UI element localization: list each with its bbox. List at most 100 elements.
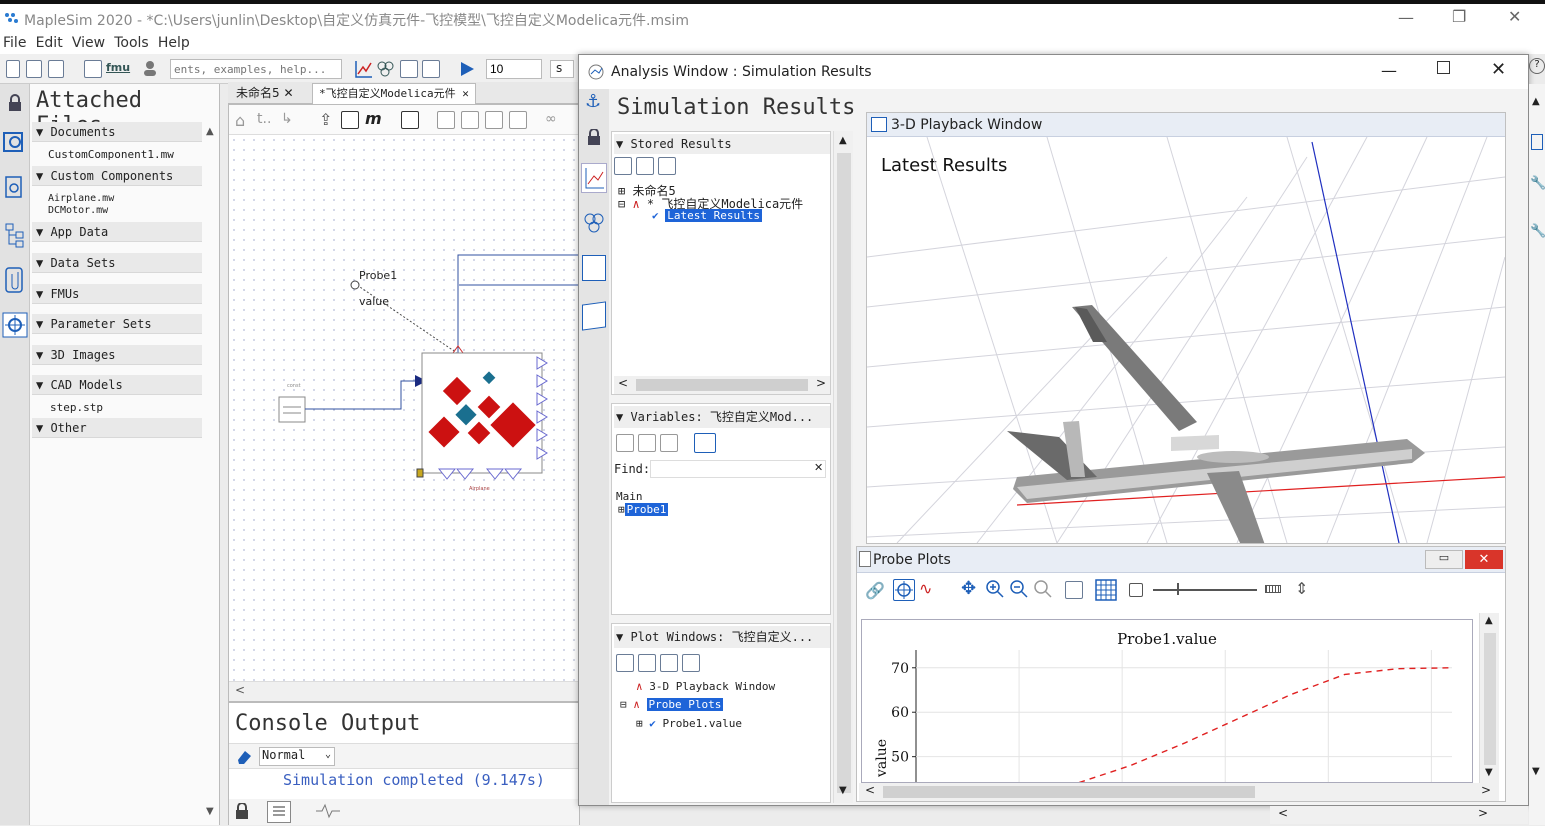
table-icon[interactable] — [400, 60, 418, 78]
user-settings-icon[interactable] — [142, 60, 160, 78]
variables-find-input[interactable] — [650, 460, 826, 478]
tree-file-item[interactable]: CustomComponent1.mw — [48, 149, 174, 161]
tree-category-cad-models[interactable]: ▼ CAD Models — [32, 375, 202, 395]
attachment-icon[interactable] — [4, 266, 26, 298]
axis-icon[interactable] — [1129, 583, 1143, 597]
subsystem-icon[interactable] — [341, 111, 359, 129]
wrench-icon[interactable]: 🔧 — [1530, 224, 1545, 239]
plot-windows-title[interactable]: ▼ Plot Windows: 飞控自定义... — [614, 626, 830, 648]
zoom-out-icon[interactable] — [1009, 579, 1029, 603]
probe-close-button[interactable]: ✕ — [1465, 550, 1503, 569]
zoom-fit-icon[interactable] — [1033, 579, 1053, 603]
zoom-in-icon[interactable] — [985, 579, 1005, 603]
up-level-icon[interactable]: t.. — [257, 111, 271, 127]
airplane-block[interactable] — [421, 352, 543, 474]
time-slider[interactable] — [1153, 583, 1257, 595]
menu-help[interactable]: Help — [158, 32, 190, 54]
analysis-close-button[interactable]: ✕ — [1491, 59, 1506, 80]
tree-scroll-down-icon[interactable]: ▼ — [206, 806, 214, 817]
align-icon[interactable] — [437, 111, 455, 129]
probe-plots-window[interactable]: Probe Plots ▭ ✕ 🔗 ∿ ✥ ⇕ Probe1.value val… — [856, 546, 1506, 802]
plot-hscroll[interactable]: < > — [859, 783, 1499, 801]
3d-results-icon[interactable] — [582, 211, 606, 239]
variables-clear-icon[interactable] — [660, 434, 678, 452]
tree-scroll-up-icon[interactable]: ▲ — [206, 126, 214, 137]
components-grid-icon[interactable] — [2, 312, 28, 342]
console-lock-icon[interactable] — [235, 802, 249, 823]
tree-file-item[interactable]: step.stp — [50, 402, 103, 414]
right-document-icon[interactable] — [1531, 134, 1543, 150]
plot-windows-tree-item-selected[interactable]: ⊟ ∧ Probe Plots — [620, 698, 724, 711]
go-down-icon[interactable]: ↳ — [281, 111, 293, 127]
console-level-select[interactable]: Normal ⌄ — [259, 747, 335, 766]
plot-vscroll[interactable]: ▲ ▼ — [1479, 613, 1499, 785]
source-block[interactable] — [278, 396, 306, 423]
analysis-maximize-button[interactable] — [1437, 61, 1450, 74]
document-search-icon[interactable] — [4, 176, 26, 204]
search-input[interactable] — [170, 59, 342, 79]
image-icon[interactable] — [509, 111, 527, 129]
edit-results-icon[interactable] — [658, 157, 676, 175]
variables-tree-item[interactable]: Main — [616, 490, 643, 503]
trace-icon[interactable]: ∿ — [919, 579, 932, 598]
menu-file[interactable]: File — [3, 32, 26, 54]
stored-results-title[interactable]: ▼ Stored Results — [614, 134, 830, 154]
probe-restore-button[interactable]: ▭ — [1425, 550, 1463, 569]
new-file-icon[interactable] — [6, 60, 20, 78]
math-icon[interactable]: m — [365, 109, 382, 128]
pan-icon[interactable]: ✥ — [961, 578, 976, 599]
3d-view-icon[interactable] — [376, 60, 396, 82]
probe-chart-svg[interactable]: Probe1.value value 40506070 — [862, 620, 1472, 782]
variables-add-icon[interactable] — [616, 434, 634, 452]
probe-handle[interactable] — [350, 280, 360, 290]
menu-tools[interactable]: Tools — [114, 32, 149, 54]
grid-icon[interactable] — [485, 111, 503, 129]
canvas-hscroll[interactable]: < — [229, 681, 579, 701]
plot-results-icon[interactable] — [581, 163, 607, 193]
analysis-bottom-hscroll[interactable]: < > — [1270, 806, 1528, 824]
tree-category-parameter-sets[interactable]: ▼ Parameter Sets — [32, 314, 202, 334]
plot-windows-tree-item[interactable]: ⊞ ✔ Probe1.value — [636, 717, 742, 730]
tree-category-custom-components[interactable]: ▼ Custom Components — [32, 166, 202, 186]
analysis-minimize-button[interactable]: — — [1381, 61, 1397, 80]
plot-windows-tree-item[interactable]: ∧ 3-D Playback Window — [636, 680, 775, 693]
upload-icon[interactable]: ⇪ — [319, 110, 332, 129]
strip-lock-icon[interactable] — [587, 128, 601, 149]
right-scroll-up-icon[interactable]: ▲ — [1532, 96, 1540, 107]
connections-icon[interactable]: ∞ — [545, 111, 557, 127]
tree-category-documents[interactable]: ▼ Documents — [32, 122, 202, 142]
restore-button[interactable]: ❐ — [1452, 7, 1466, 26]
tree-category-other[interactable]: ▼ Other — [32, 418, 202, 438]
time-unit-select[interactable]: s — [550, 60, 574, 78]
eraser-icon[interactable] — [235, 748, 253, 770]
variables-target-icon[interactable] — [694, 433, 716, 453]
tab-untitled5[interactable]: 未命名5 ✕ — [232, 84, 298, 104]
fmu-icon[interactable]: fmu — [106, 61, 130, 74]
plot-window-edit-icon[interactable] — [638, 654, 656, 672]
text-icon[interactable] — [84, 60, 102, 78]
tree-category-data-sets[interactable]: ▼ Data Sets — [32, 253, 202, 273]
lock-icon[interactable] — [7, 94, 23, 116]
anchor-icon[interactable]: ⚓ — [585, 91, 601, 112]
report-icon[interactable] — [582, 301, 606, 331]
tree-category-3d-images[interactable]: ▼ 3D Images — [32, 345, 202, 365]
help-icon[interactable]: ? — [1529, 58, 1545, 74]
variables-tree-item-selected[interactable]: ⊞ Probe1 — [618, 503, 669, 516]
export-results-icon[interactable] — [636, 157, 654, 175]
book-icon[interactable] — [422, 60, 440, 78]
link-icon[interactable]: 🔗 — [865, 581, 885, 600]
inbox-icon[interactable] — [401, 111, 419, 129]
simulation-time-input[interactable] — [486, 59, 542, 79]
hierarchy-icon[interactable] — [4, 222, 26, 252]
console-waveform-icon[interactable] — [315, 803, 341, 823]
legend-icon[interactable] — [1065, 581, 1083, 599]
table-results-icon[interactable] — [582, 255, 606, 281]
tree-category-app-data[interactable]: ▼ App Data — [32, 222, 202, 242]
clear-find-icon[interactable]: ✕ — [814, 461, 823, 474]
run-simulation-icon[interactable] — [458, 60, 476, 82]
ruler-icon[interactable] — [1265, 585, 1281, 593]
library-search-icon[interactable] — [3, 130, 27, 158]
model-canvas[interactable]: ⌂ t.. ↳ ⇪ m ∞ Probe1 value const Airplan… — [228, 104, 580, 702]
home-icon[interactable]: ⌂ — [235, 111, 245, 130]
plot-window-new-icon[interactable] — [616, 654, 634, 672]
